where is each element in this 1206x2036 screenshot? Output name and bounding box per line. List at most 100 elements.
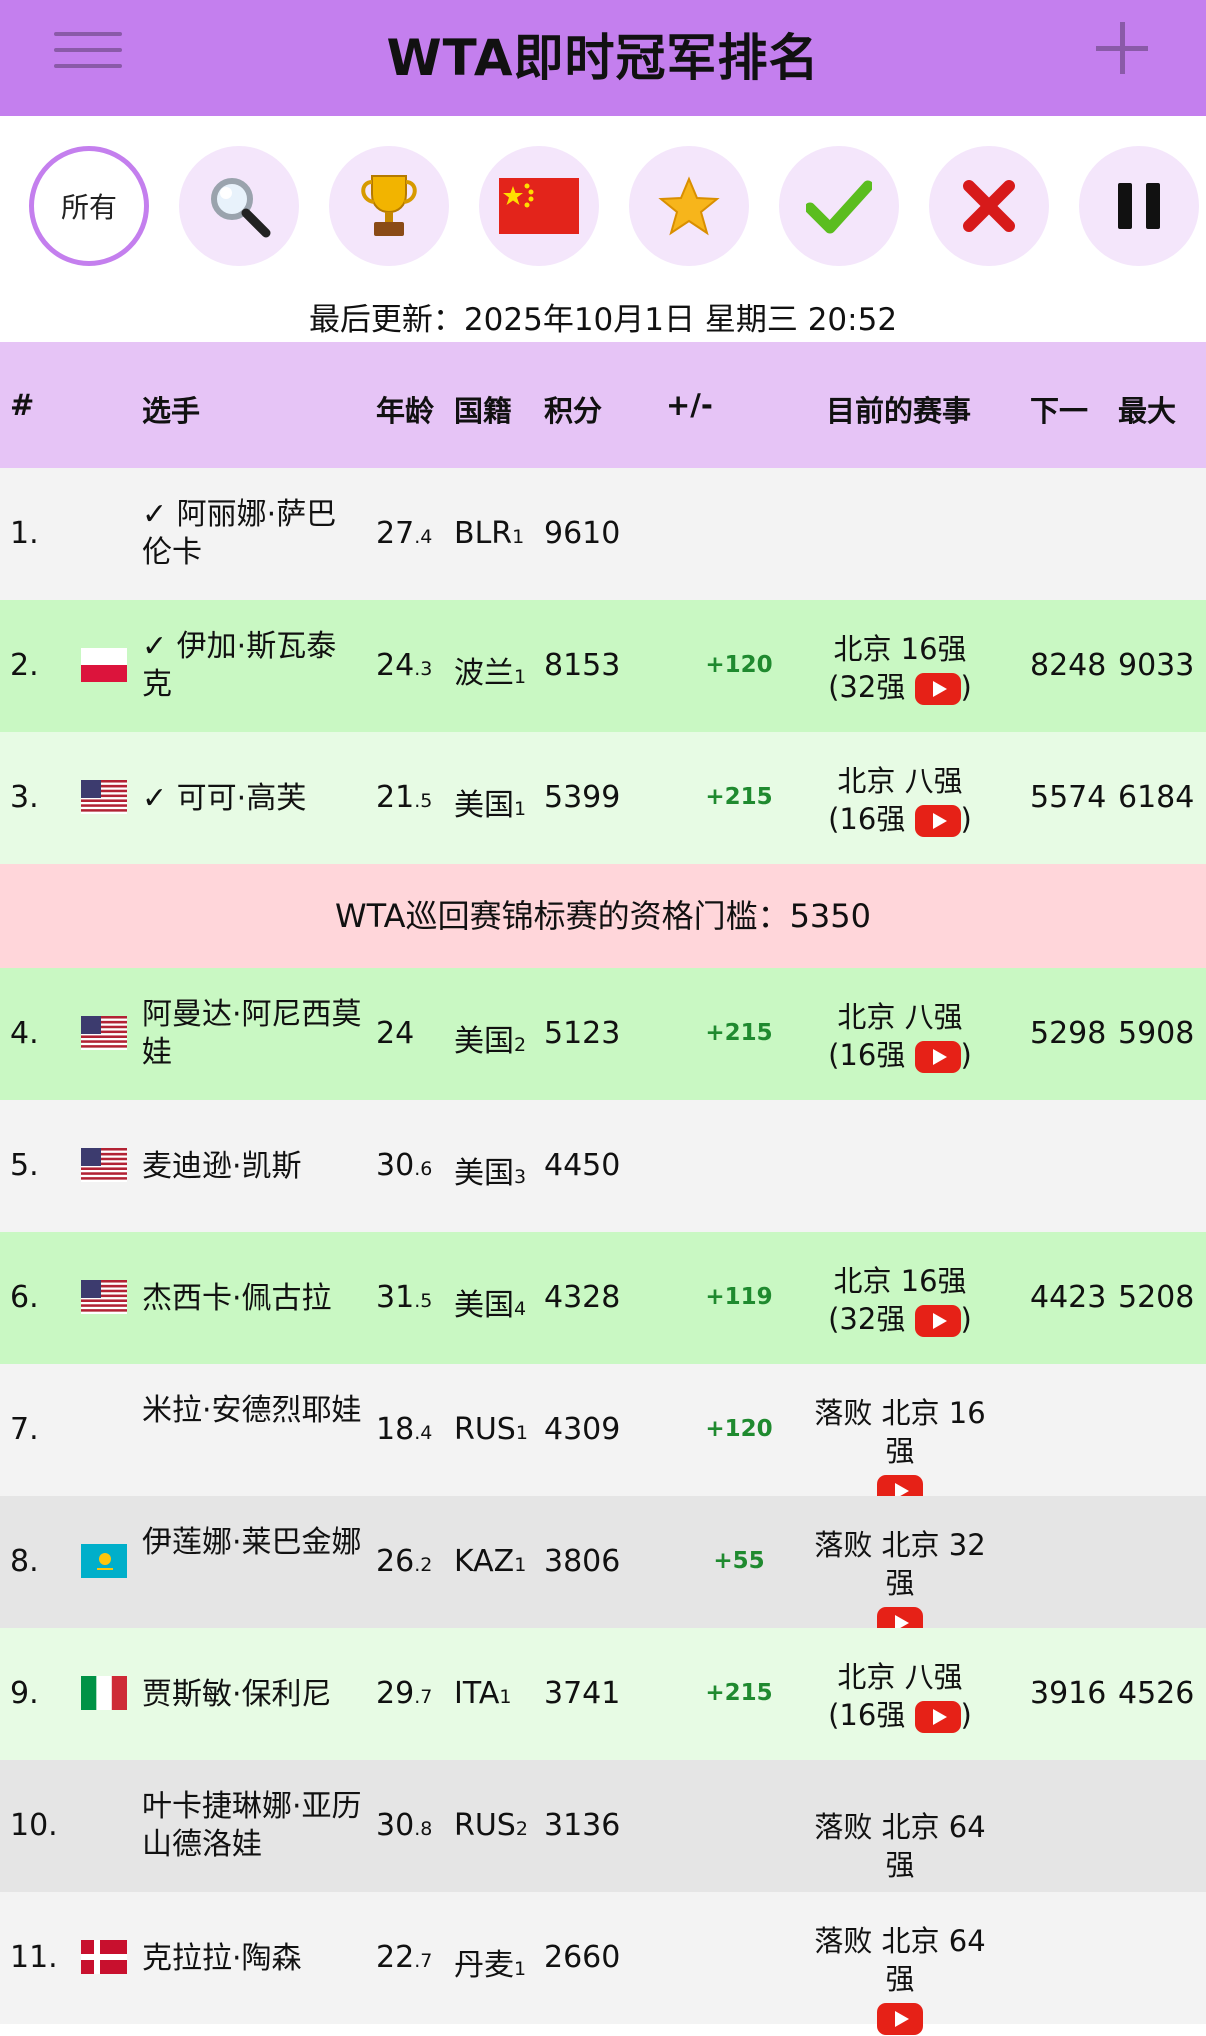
- usa-flag-icon: [81, 1280, 127, 1314]
- nationality: RUS: [454, 1808, 516, 1843]
- video-play-icon[interactable]: [914, 805, 961, 837]
- player-name[interactable]: 阿曼达·阿尼西莫娃: [142, 996, 362, 1072]
- event-previous-round: (16强: [828, 802, 906, 836]
- player-name[interactable]: ✓ 伊加·斯瓦泰克: [142, 628, 362, 704]
- filter-check-button[interactable]: [779, 146, 899, 266]
- magnifier-icon: [211, 178, 271, 238]
- rank-cell: 7.: [10, 1412, 39, 1447]
- col-next[interactable]: 下一: [1030, 388, 1088, 430]
- nationality: KAZ: [454, 1544, 515, 1579]
- current-event-cell: 北京 16强 (32强 ): [800, 630, 1000, 706]
- player-name[interactable]: 麦迪逊·凯斯: [142, 1148, 362, 1186]
- nationality-cell: 美国4: [454, 1280, 526, 1324]
- filter-search-button[interactable]: [179, 146, 299, 266]
- nationality: 美国: [454, 1156, 514, 1191]
- rank-cell: 5.: [10, 1148, 39, 1183]
- usa-flag-icon: [81, 1148, 127, 1182]
- rank-cell: 10.: [10, 1808, 58, 1843]
- table-row[interactable]: 11. 克拉拉·陶森 22.7 丹麦1 2660 落败 北京 64强: [0, 1892, 1206, 2035]
- table-row[interactable]: 6. 杰西卡·佩古拉 31.5 美国4 4328 +119 北京 16强 (32强 ) 4423…: [0, 1232, 1206, 1364]
- table-row[interactable]: 1. ✓ 阿丽娜·萨巴伦卡 27.4 BLR1 9610: [0, 468, 1206, 600]
- age-fraction: .2: [414, 1554, 433, 1576]
- player-name[interactable]: 米拉·安德烈耶娃: [142, 1392, 362, 1430]
- nationality-cell: 丹麦1: [454, 1940, 526, 1984]
- table-row[interactable]: 8. 伊莲娜·莱巴金娜 26.2 KAZ1 3806 +55 落败 北京 32强: [0, 1496, 1206, 1639]
- event-round: 北京 八强: [837, 764, 963, 798]
- table-row[interactable]: 7. 米拉·安德烈耶娃 18.4 RUS1 4309 +120 落败 北京 16强: [0, 1364, 1206, 1507]
- col-points[interactable]: 积分: [544, 388, 602, 430]
- nationality: RUS: [454, 1412, 516, 1447]
- event-close-paren: ): [960, 1038, 972, 1072]
- add-plus-icon[interactable]: [1096, 22, 1148, 74]
- age-fraction: .8: [414, 1818, 433, 1840]
- event-round: 落败 北京 64强: [814, 1924, 986, 1996]
- video-play-icon[interactable]: [914, 1701, 961, 1733]
- col-player[interactable]: 选手: [142, 388, 200, 430]
- video-play-icon[interactable]: [914, 1305, 961, 1337]
- filter-trophy-button[interactable]: [329, 146, 449, 266]
- age-fraction: .5: [414, 790, 433, 812]
- nationality-cell: 波兰1: [454, 648, 526, 692]
- points-diff: +215: [705, 784, 773, 810]
- points-diff: +120: [705, 1416, 773, 1442]
- table-row[interactable]: 5. 麦迪逊·凯斯 30.6 美国3 4450: [0, 1100, 1206, 1232]
- points-cell: 5399: [544, 780, 621, 815]
- max-points: 6184: [1118, 780, 1195, 815]
- table-row[interactable]: 4. 阿曼达·阿尼西莫娃 24 美国2 5123 +215 北京 八强 (16强 ) 5298 5…: [0, 968, 1206, 1100]
- event-previous-round: (16强: [828, 1698, 906, 1732]
- filter-star-button[interactable]: [629, 146, 749, 266]
- filter-china-button[interactable]: [479, 146, 599, 266]
- player-name[interactable]: ✓ 阿丽娜·萨巴伦卡: [142, 496, 362, 572]
- age-cell: 27.4: [376, 516, 432, 551]
- points-cell: 5123: [544, 1016, 621, 1051]
- red-x-icon: [963, 180, 1015, 232]
- nationality-cell: RUS2: [454, 1808, 528, 1843]
- col-age[interactable]: 年龄: [376, 388, 434, 430]
- col-nationality[interactable]: 国籍: [454, 388, 512, 430]
- video-play-icon[interactable]: [877, 2003, 923, 2035]
- age-fraction: .5: [414, 1290, 433, 1312]
- nationality: 美国: [454, 1288, 514, 1323]
- rank-cell: 3.: [10, 780, 39, 815]
- col-max[interactable]: 最大: [1118, 388, 1176, 430]
- player-name[interactable]: 贾斯敏·保利尼: [142, 1676, 362, 1714]
- event-close-paren: ): [960, 670, 972, 704]
- next-points: 5298: [1030, 1016, 1107, 1051]
- national-rank: 1: [512, 526, 525, 548]
- table-row[interactable]: 10. 叶卡捷琳娜·亚历山德洛娃 30.8 RUS2 3136 落败 北京 64强: [0, 1760, 1206, 1892]
- current-event-cell: 落败 北京 64强: [800, 1922, 1000, 2036]
- player-name[interactable]: 伊莲娜·莱巴金娜: [142, 1524, 362, 1562]
- age-years: 30: [376, 1808, 415, 1843]
- player-name[interactable]: 克拉拉·陶森: [142, 1940, 362, 1978]
- rank-cell: 2.: [10, 648, 39, 683]
- video-play-icon[interactable]: [914, 673, 961, 705]
- event-round: 落败 北京 32强: [814, 1528, 986, 1600]
- filter-paused-button[interactable]: [1079, 146, 1199, 266]
- table-row[interactable]: 3. ✓ 可可·高芙 21.5 美国1 5399 +215 北京 八强 (16强 ) 5574 6…: [0, 732, 1206, 864]
- player-name[interactable]: 杰西卡·佩古拉: [142, 1280, 362, 1318]
- age-fraction: .3: [414, 658, 433, 680]
- pause-icon: [1118, 183, 1160, 229]
- rank-cell: 8.: [10, 1544, 39, 1579]
- table-row[interactable]: 2. ✓ 伊加·斯瓦泰克 24.3 波兰1 8153 +120 北京 16强 (32强 ) 82…: [0, 600, 1206, 732]
- player-name[interactable]: 叶卡捷琳娜·亚历山德洛娃: [142, 1788, 362, 1864]
- age-cell: 31.5: [376, 1280, 432, 1315]
- age-fraction: .4: [414, 526, 433, 548]
- table-row[interactable]: 9. 贾斯敏·保利尼 29.7 ITA1 3741 +215 北京 八强 (16强 ) 3916…: [0, 1628, 1206, 1760]
- max-points: 4526: [1118, 1676, 1195, 1711]
- points-cell: 4328: [544, 1280, 621, 1315]
- age-fraction: .6: [414, 1158, 433, 1180]
- video-play-icon[interactable]: [914, 1041, 961, 1073]
- player-name[interactable]: ✓ 可可·高芙: [142, 780, 362, 818]
- event-previous-round: (32强: [828, 670, 906, 704]
- next-points: 8248: [1030, 648, 1107, 683]
- col-diff[interactable]: +/-: [666, 388, 713, 422]
- poland-flag-icon: [81, 648, 127, 682]
- points-cell: 3741: [544, 1676, 621, 1711]
- current-event-cell: 北京 八强 (16强 ): [800, 762, 1000, 838]
- filter-all-button[interactable]: 所有: [29, 146, 149, 266]
- filter-eliminated-button[interactable]: [929, 146, 1049, 266]
- checkmark-icon: [806, 180, 872, 234]
- nationality-cell: 美国3: [454, 1148, 526, 1192]
- finals-threshold-banner: WTA巡回赛锦标赛的资格门槛：5350: [0, 864, 1206, 968]
